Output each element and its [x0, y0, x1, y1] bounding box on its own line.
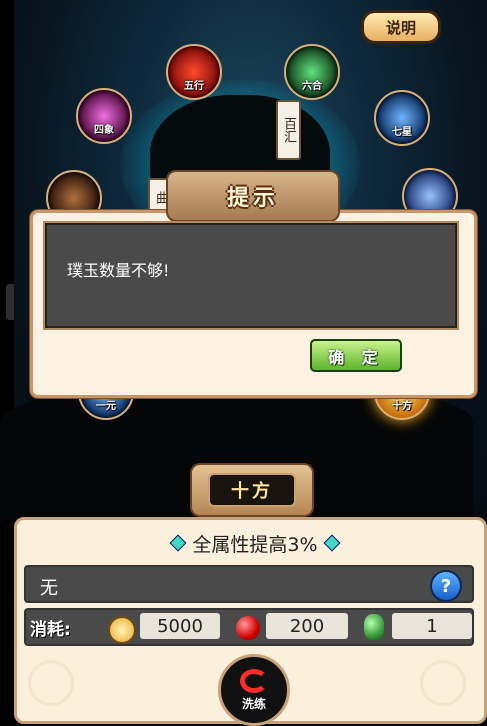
side-tab[interactable] — [6, 284, 14, 320]
diamond-icon — [169, 534, 187, 552]
jade-icon — [364, 614, 384, 640]
orb-liuhe-label: 六合 — [302, 81, 322, 92]
cloud-decoration-icon — [420, 660, 466, 706]
coin-cost: 5000 — [140, 613, 220, 639]
tenway-plate[interactable]: 十方 — [190, 463, 314, 517]
dialog-message-box: 璞玉数量不够! — [45, 223, 457, 328]
question-icon[interactable]: ? — [430, 570, 462, 602]
dialog-title: 提示 — [226, 186, 279, 211]
orb-qixing[interactable]: 七星 — [374, 90, 430, 146]
panel-title: 全属性提高3% — [150, 532, 360, 556]
attribute-value: 无 — [40, 578, 58, 599]
tenway-button[interactable]: 十方 — [208, 473, 296, 507]
orb-sixiang[interactable]: 四象 — [76, 88, 132, 144]
orb-liuhe[interactable]: 六合 — [284, 44, 340, 100]
cloud-decoration-icon — [28, 660, 74, 706]
diamond-icon — [323, 534, 341, 552]
ruby-cost: 200 — [266, 613, 348, 639]
orb-wuxing[interactable]: 五行 — [166, 44, 222, 100]
orb-qixing-label: 七星 — [392, 127, 412, 138]
coin-icon — [108, 616, 136, 644]
wash-button[interactable]: 洗练 — [218, 654, 290, 726]
jade-cost: 1 — [392, 613, 472, 639]
help-button[interactable]: 说明 — [361, 10, 441, 44]
refresh-arrow-icon — [240, 668, 268, 693]
confirm-button[interactable]: 确 定 — [310, 339, 402, 372]
orb-sixiang-label: 四象 — [94, 125, 114, 136]
dialog-message: 璞玉数量不够! — [67, 261, 170, 280]
ruby-icon — [236, 616, 260, 640]
scroll-baihui: 百汇 — [276, 100, 301, 160]
cost-label: 消耗: — [30, 620, 71, 640]
panel-title-text: 全属性提高3% — [192, 533, 318, 556]
orb-wuxing-label: 五行 — [184, 81, 204, 92]
orb-yiyuan-label: 一元 — [96, 401, 116, 412]
attribute-box: 无 — [24, 565, 474, 603]
dialog-title-plate: 提示 — [166, 170, 340, 222]
orb-shifang-label: 十方 — [392, 401, 412, 412]
wash-label: 洗练 — [241, 696, 266, 711]
